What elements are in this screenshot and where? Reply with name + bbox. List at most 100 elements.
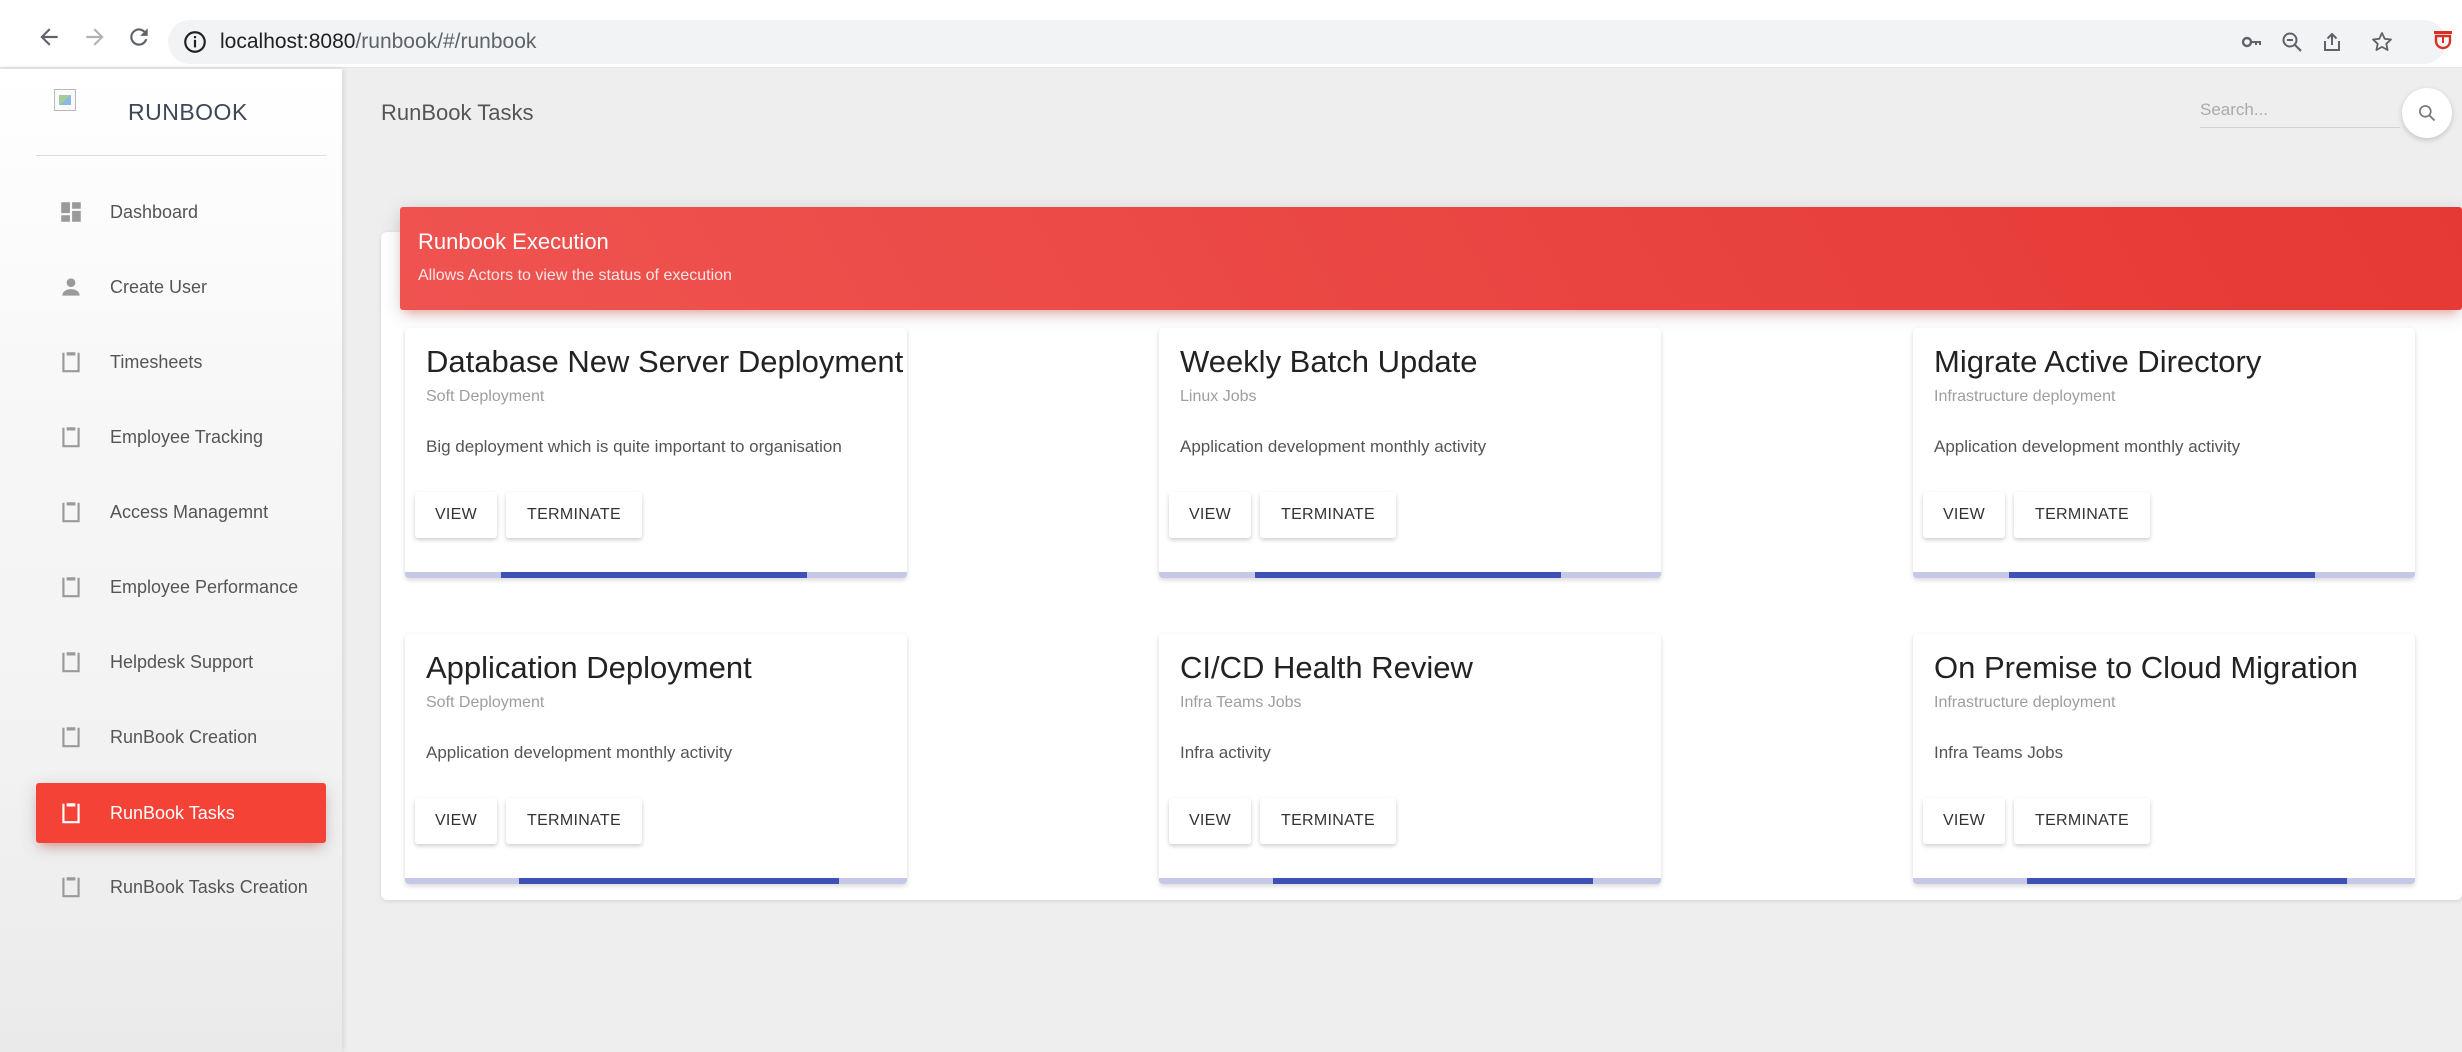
progress-bar <box>1913 878 2415 884</box>
clipboard-icon <box>58 424 84 450</box>
progress-bar-fill <box>519 878 839 884</box>
clipboard-icon <box>58 574 84 600</box>
terminate-button[interactable]: TERMINATE <box>506 492 642 538</box>
clipboard-icon <box>58 724 84 750</box>
forward-arrow-icon[interactable] <box>80 22 110 52</box>
progress-bar-fill <box>1273 878 1593 884</box>
search-icon <box>2419 105 2436 122</box>
task-card: Database New Server Deployment Soft Depl… <box>405 328 907 578</box>
view-button[interactable]: VIEW <box>415 798 497 844</box>
task-description: Application development monthly activity <box>1934 437 2241 456</box>
execution-subtitle: Allows Actors to view the status of exec… <box>418 267 732 284</box>
dashboard-icon <box>58 199 84 225</box>
sidebar: RUNBOOK Dashboard Create User Timesheets… <box>0 69 342 1052</box>
terminate-button[interactable]: TERMINATE <box>1260 798 1396 844</box>
task-description: Application development monthly activity <box>426 743 733 762</box>
clipboard-icon <box>58 649 84 675</box>
progress-bar <box>1913 572 2415 578</box>
reload-icon[interactable] <box>124 22 154 52</box>
search-input[interactable] <box>2200 92 2400 128</box>
url-path: /runbook/#/runbook <box>355 30 537 53</box>
task-title: Application Deployment <box>426 650 752 685</box>
clipboard-icon <box>58 874 84 900</box>
task-description: Big deployment which is quite important … <box>426 437 842 456</box>
task-title: On Premise to Cloud Migration <box>1934 650 2358 685</box>
sidebar-item-label: RunBook Tasks <box>110 803 235 823</box>
progress-bar-fill <box>501 572 807 578</box>
clipboard-icon <box>58 349 84 375</box>
progress-bar-fill <box>1255 572 1561 578</box>
view-button[interactable]: VIEW <box>1169 492 1251 538</box>
sidebar-item-label: Access Managemnt <box>110 502 269 522</box>
sidebar-item-access-management[interactable]: Access Managemnt <box>36 482 326 542</box>
view-button[interactable]: VIEW <box>1169 798 1251 844</box>
clipboard-icon <box>58 499 84 525</box>
sidebar-item-label: Employee Tracking <box>110 427 264 447</box>
task-description: Application development monthly activity <box>1180 437 1487 456</box>
task-card: On Premise to Cloud Migration Infrastruc… <box>1913 634 2415 884</box>
sidebar-item-label: Create User <box>110 277 208 297</box>
task-card: Application Deployment Soft Deployment A… <box>405 634 907 884</box>
view-button[interactable]: VIEW <box>1923 492 2005 538</box>
sidebar-item-dashboard[interactable]: Dashboard <box>36 182 326 242</box>
task-card: Migrate Active Directory Infrastructure … <box>1913 328 2415 578</box>
execution-card-header: Runbook Execution Allows Actors to view … <box>400 207 2462 310</box>
task-title: Database New Server Deployment <box>426 344 904 379</box>
task-title: Weekly Batch Update <box>1180 344 1478 379</box>
view-button[interactable]: VIEW <box>1923 798 2005 844</box>
url-text[interactable]: localhost:8080/runbook/#/runbook <box>220 30 536 54</box>
bookmark-star-icon[interactable] <box>2368 28 2396 56</box>
task-card: Weekly Batch Update Linux Jobs Applicati… <box>1159 328 1661 578</box>
sidebar-divider <box>36 155 326 156</box>
extension-shield-icon[interactable] <box>2428 26 2458 56</box>
brand-logo-image <box>54 89 76 111</box>
person-icon <box>58 274 84 300</box>
sidebar-item-timesheets[interactable]: Timesheets <box>36 332 326 392</box>
task-title: CI/CD Health Review <box>1180 650 1473 685</box>
page-title[interactable]: RunBook Tasks <box>381 100 533 126</box>
task-description: Infra Teams Jobs <box>1934 743 2064 762</box>
task-type: Linux Jobs <box>1180 388 1257 405</box>
terminate-button[interactable]: TERMINATE <box>506 798 642 844</box>
sidebar-item-label: Dashboard <box>110 202 199 222</box>
progress-bar <box>1159 572 1661 578</box>
search-button[interactable] <box>2402 88 2452 138</box>
sidebar-item-employee-tracking[interactable]: Employee Tracking <box>36 407 326 467</box>
sidebar-item-employee-performance[interactable]: Employee Performance <box>36 557 326 617</box>
url-host: localhost:8080 <box>220 30 356 53</box>
task-title: Migrate Active Directory <box>1934 344 2262 379</box>
task-card: CI/CD Health Review Infra Teams Jobs Inf… <box>1159 634 1661 884</box>
zoom-icon[interactable] <box>2278 28 2306 56</box>
progress-bar <box>1159 878 1661 884</box>
terminate-button[interactable]: TERMINATE <box>2014 492 2150 538</box>
view-button[interactable]: VIEW <box>415 492 497 538</box>
progress-bar <box>405 878 907 884</box>
progress-bar-fill <box>2009 572 2315 578</box>
sidebar-item-runbook-creation[interactable]: RunBook Creation <box>36 707 326 767</box>
sidebar-item-label: Employee Performance <box>110 577 299 597</box>
sidebar-item-create-user[interactable]: Create User <box>36 257 326 317</box>
task-description: Infra activity <box>1180 743 1271 762</box>
terminate-button[interactable]: TERMINATE <box>1260 492 1396 538</box>
sidebar-item-label: RunBook Creation <box>110 727 258 747</box>
brand-name[interactable]: RUNBOOK <box>128 99 248 126</box>
task-type: Infra Teams Jobs <box>1180 694 1302 711</box>
terminate-button[interactable]: TERMINATE <box>2014 798 2150 844</box>
task-type: Soft Deployment <box>426 388 545 405</box>
sidebar-item-label: Helpdesk Support <box>110 652 254 672</box>
sidebar-item-label: Timesheets <box>110 352 203 372</box>
task-type: Infrastructure deployment <box>1934 388 2116 405</box>
task-type: Infrastructure deployment <box>1934 694 2116 711</box>
sidebar-item-helpdesk-support[interactable]: Helpdesk Support <box>36 632 326 692</box>
clipboard-icon <box>58 800 84 826</box>
sidebar-item-runbook-tasks-creation[interactable]: RunBook Tasks Creation <box>36 857 326 917</box>
key-icon[interactable] <box>2238 28 2266 56</box>
back-arrow-icon[interactable] <box>34 22 64 52</box>
task-type: Soft Deployment <box>426 694 545 711</box>
site-info-icon[interactable] <box>182 29 208 55</box>
sidebar-item-runbook-tasks[interactable]: RunBook Tasks <box>36 783 326 843</box>
execution-title: Runbook Execution <box>418 229 609 254</box>
share-icon[interactable] <box>2318 28 2346 56</box>
sidebar-item-label: RunBook Tasks Creation <box>110 877 308 897</box>
progress-bar <box>405 572 907 578</box>
